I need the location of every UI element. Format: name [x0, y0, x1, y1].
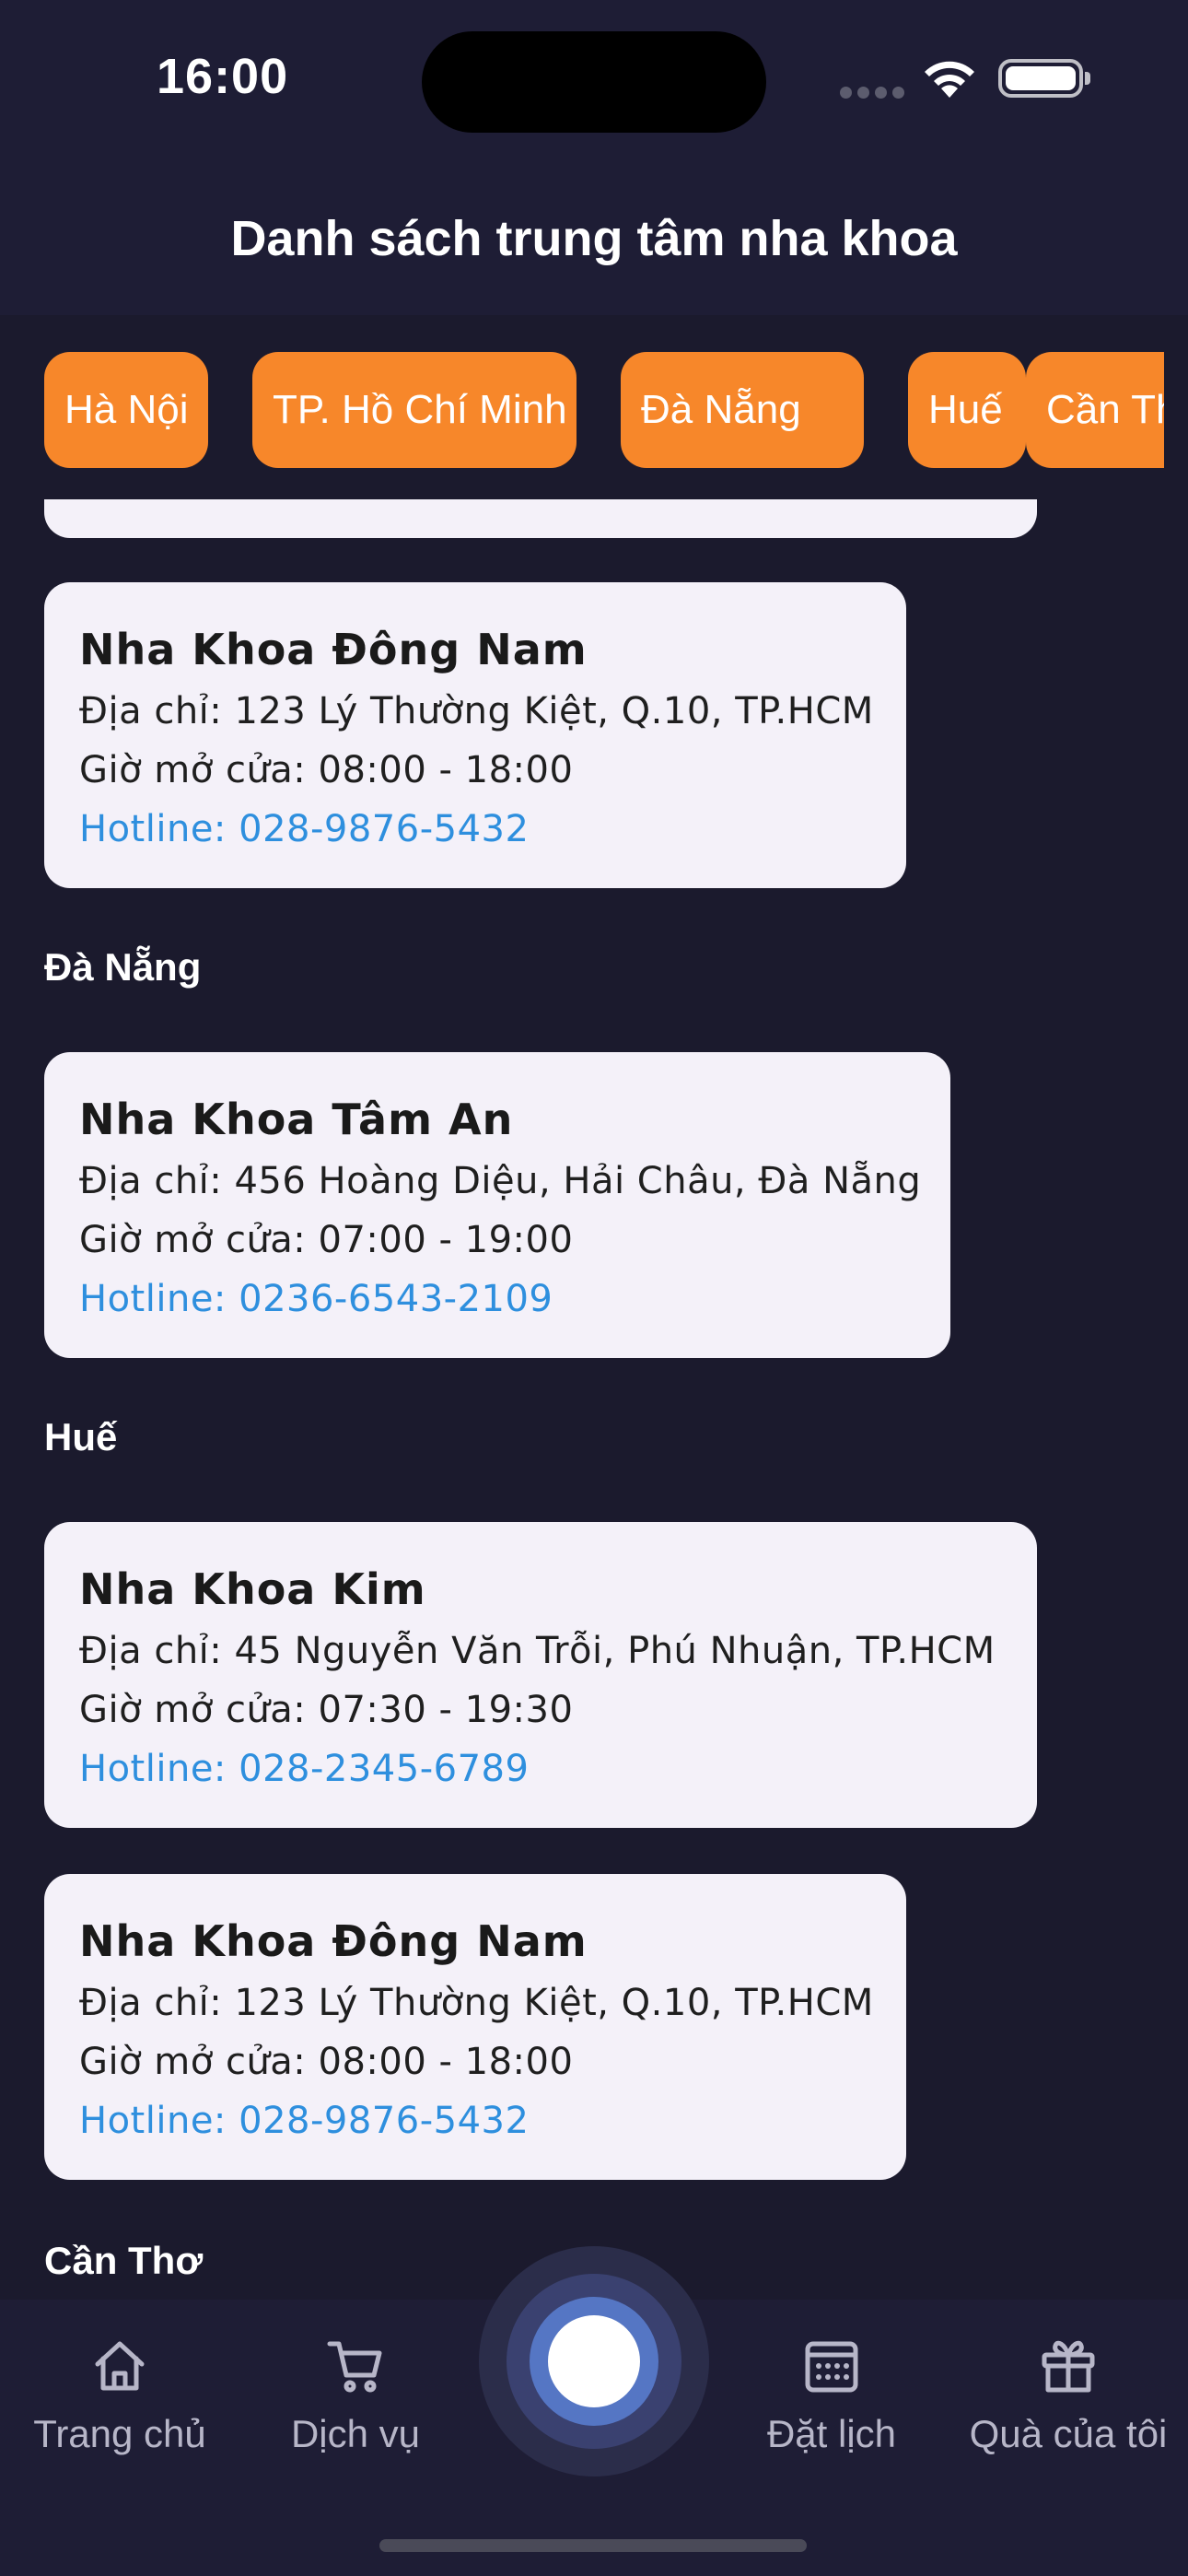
clinic-hours: Giờ mở cửa: 08:00 - 18:00: [79, 749, 574, 791]
section-title-hue: Huế: [44, 1415, 118, 1458]
clinic-hotline[interactable]: Hotline: 028-2345-6789: [79, 1741, 1037, 1797]
clinic-address: Địa chỉ: 123 Lý Thường Kiệt, Q.10, TP.HC…: [79, 1982, 874, 2024]
clinic-card[interactable]: Nha Khoa Kim Địa chỉ: 45 Nguyễn Văn Trỗi…: [44, 1522, 1037, 1828]
clinic-list[interactable]: Nha Khoa Đông Nam Địa chỉ: 123 Lý Thường…: [0, 499, 1188, 2300]
section-title-can-tho: Cần Thơ: [44, 2239, 204, 2282]
clinic-hotline[interactable]: Hotline: 028-9876-5432: [79, 802, 906, 857]
page-title: Danh sách trung tâm nha khoa: [230, 211, 958, 266]
nav-item-gifts[interactable]: Quà của tôi: [949, 2336, 1188, 2456]
city-chip-scroller[interactable]: Hà Nội TP. Hồ Chí Minh Đà Nẵng Huế Cần T…: [44, 352, 1164, 472]
battery-icon: [998, 59, 1090, 98]
center-action-button[interactable]: [479, 2246, 709, 2476]
status-time: 16:00: [157, 49, 289, 104]
chip-da-nang[interactable]: Đà Nẵng: [621, 352, 864, 468]
status-bar: 16:00: [0, 0, 1188, 147]
nav-label: Trang chủ: [33, 2412, 206, 2455]
dynamic-island: [422, 31, 766, 133]
nav-label: Quà của tôi: [969, 2412, 1168, 2455]
center-button-ring: [507, 2274, 681, 2449]
chip-can-tho[interactable]: Cần Thơ: [1026, 352, 1164, 468]
chip-tp-ho-chi-minh[interactable]: TP. Hồ Chí Minh: [252, 352, 577, 468]
clinic-hotline[interactable]: Hotline: 0236-6543-2109: [79, 1271, 950, 1327]
clinic-name: Nha Khoa Đông Nam: [79, 625, 588, 674]
cart-icon: [327, 2341, 382, 2393]
app-header: Danh sách trung tâm nha khoa: [0, 147, 1188, 315]
clinic-hotline[interactable]: Hotline: 028-9876-5432: [79, 2093, 906, 2149]
clinic-card-partial[interactable]: [44, 499, 1037, 538]
clinic-card[interactable]: Nha Khoa Đông Nam Địa chỉ: 123 Lý Thường…: [44, 1874, 906, 2180]
clinic-card[interactable]: Nha Khoa Đông Nam Địa chỉ: 123 Lý Thường…: [44, 582, 906, 888]
clinic-hours: Giờ mở cửa: 07:00 - 19:00: [79, 1219, 574, 1261]
chip-hue[interactable]: Huế: [908, 352, 1026, 468]
nav-item-services[interactable]: Dịch vụ: [236, 2336, 475, 2456]
cellular-signal-icon: [840, 87, 904, 100]
nav-item-home[interactable]: Trang chủ: [0, 2336, 239, 2456]
clinic-hours: Giờ mở cửa: 07:30 - 19:30: [79, 1689, 574, 1731]
home-indicator[interactable]: [379, 2539, 807, 2552]
nav-label: Dịch vụ: [290, 2412, 421, 2455]
center-button-inner-ring: [530, 2297, 658, 2426]
clinic-name: Nha Khoa Kim: [79, 1564, 426, 1614]
section-title-da-nang: Đà Nẵng: [44, 945, 202, 989]
home-icon: [95, 2341, 145, 2391]
calendar-icon: [805, 2341, 858, 2393]
clinic-address: Địa chỉ: 456 Hoàng Diệu, Hải Châu, Đà Nẵ…: [79, 1160, 922, 1202]
clinic-name: Nha Khoa Tâm An: [79, 1095, 514, 1144]
nav-label: Đặt lịch: [766, 2412, 897, 2455]
clinic-name: Nha Khoa Đông Nam: [79, 1916, 588, 1966]
clinic-hours: Giờ mở cửa: 08:00 - 18:00: [79, 2041, 574, 2083]
wifi-icon: [925, 61, 974, 98]
clinic-card[interactable]: Nha Khoa Tâm An Địa chỉ: 456 Hoàng Diệu,…: [44, 1052, 950, 1358]
city-filter-bar: Hà Nội TP. Hồ Chí Minh Đà Nẵng Huế Cần T…: [0, 315, 1188, 499]
gift-icon: [1042, 2340, 1095, 2393]
clinic-address: Địa chỉ: 123 Lý Thường Kiệt, Q.10, TP.HC…: [79, 690, 874, 732]
chip-ha-noi[interactable]: Hà Nội: [44, 352, 208, 468]
nav-item-booking[interactable]: Đặt lịch: [712, 2336, 951, 2456]
clinic-address: Địa chỉ: 45 Nguyễn Văn Trỗi, Phú Nhuận, …: [79, 1630, 996, 1672]
center-button-dot: [548, 2315, 640, 2407]
